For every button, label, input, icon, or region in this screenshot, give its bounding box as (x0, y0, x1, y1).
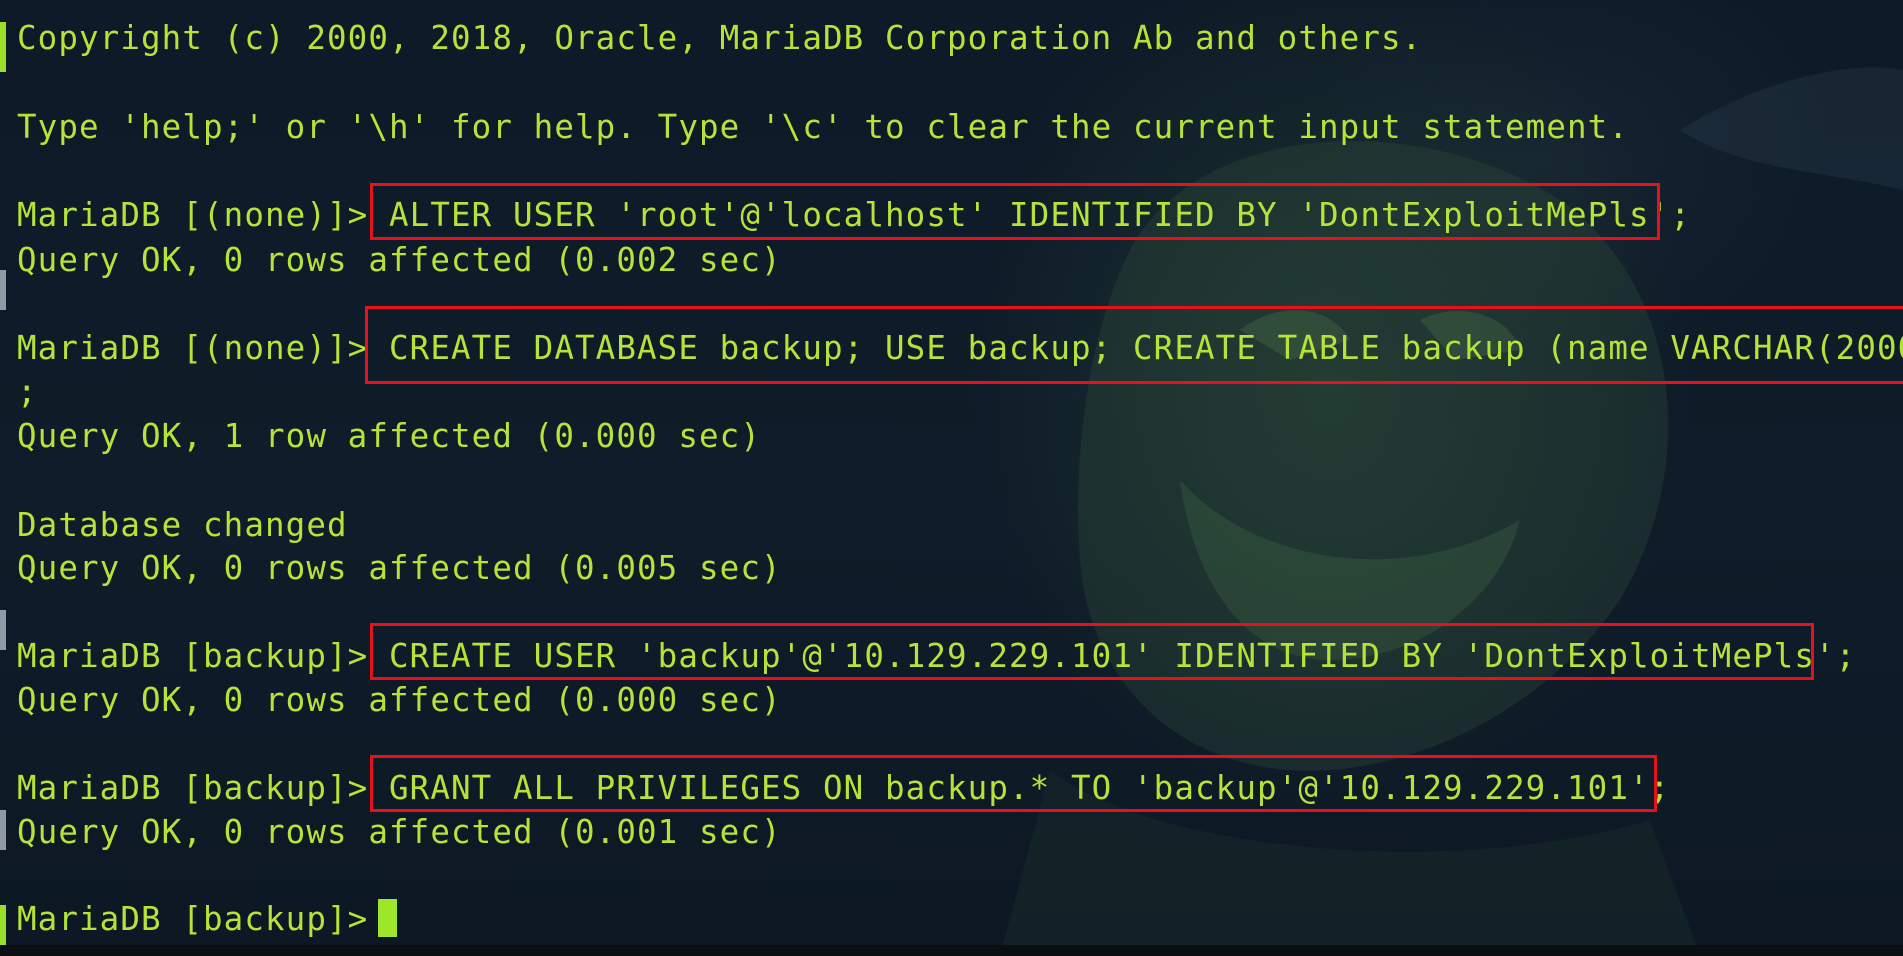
desktop-edge-fragment (0, 905, 6, 945)
prompt: MariaDB [(none)]> (17, 329, 369, 367)
query-result: Query OK, 0 rows affected (0.001 sec) (17, 813, 782, 851)
window-bottom-edge (0, 945, 1903, 956)
prompt: MariaDB [(none)]> (17, 196, 369, 234)
desktop-edge-fragment (0, 270, 6, 310)
terminal-window[interactable]: Copyright (c) 2000, 2018, Oracle, MariaD… (0, 0, 1903, 956)
query-result: Query OK, 0 rows affected (0.002 sec) (17, 241, 782, 279)
prompt: MariaDB [backup]> (17, 769, 369, 807)
query-result: Query OK, 0 rows affected (0.005 sec) (17, 549, 782, 587)
continuation-line: ; (17, 373, 38, 411)
highlight-box (370, 623, 1814, 680)
query-result: Query OK, 1 row affected (0.000 sec) (17, 417, 761, 455)
desktop-edge-fragment (0, 610, 6, 650)
desktop-edge-fragment (0, 22, 6, 72)
query-result: Query OK, 0 rows affected (0.000 sec) (17, 681, 782, 719)
status-line: Database changed (17, 506, 348, 544)
copyright-line: Copyright (c) 2000, 2018, Oracle, MariaD… (17, 19, 1423, 57)
desktop-edge-fragment (0, 810, 6, 850)
text-cursor[interactable] (378, 899, 397, 937)
highlight-box (365, 306, 1903, 384)
help-line: Type 'help;' or '\h' for help. Type '\c'… (17, 108, 1629, 146)
prompt: MariaDB [backup]> (17, 637, 369, 675)
highlight-box (370, 183, 1660, 240)
highlight-box (370, 755, 1657, 812)
current-prompt: MariaDB [backup]> (17, 900, 369, 938)
